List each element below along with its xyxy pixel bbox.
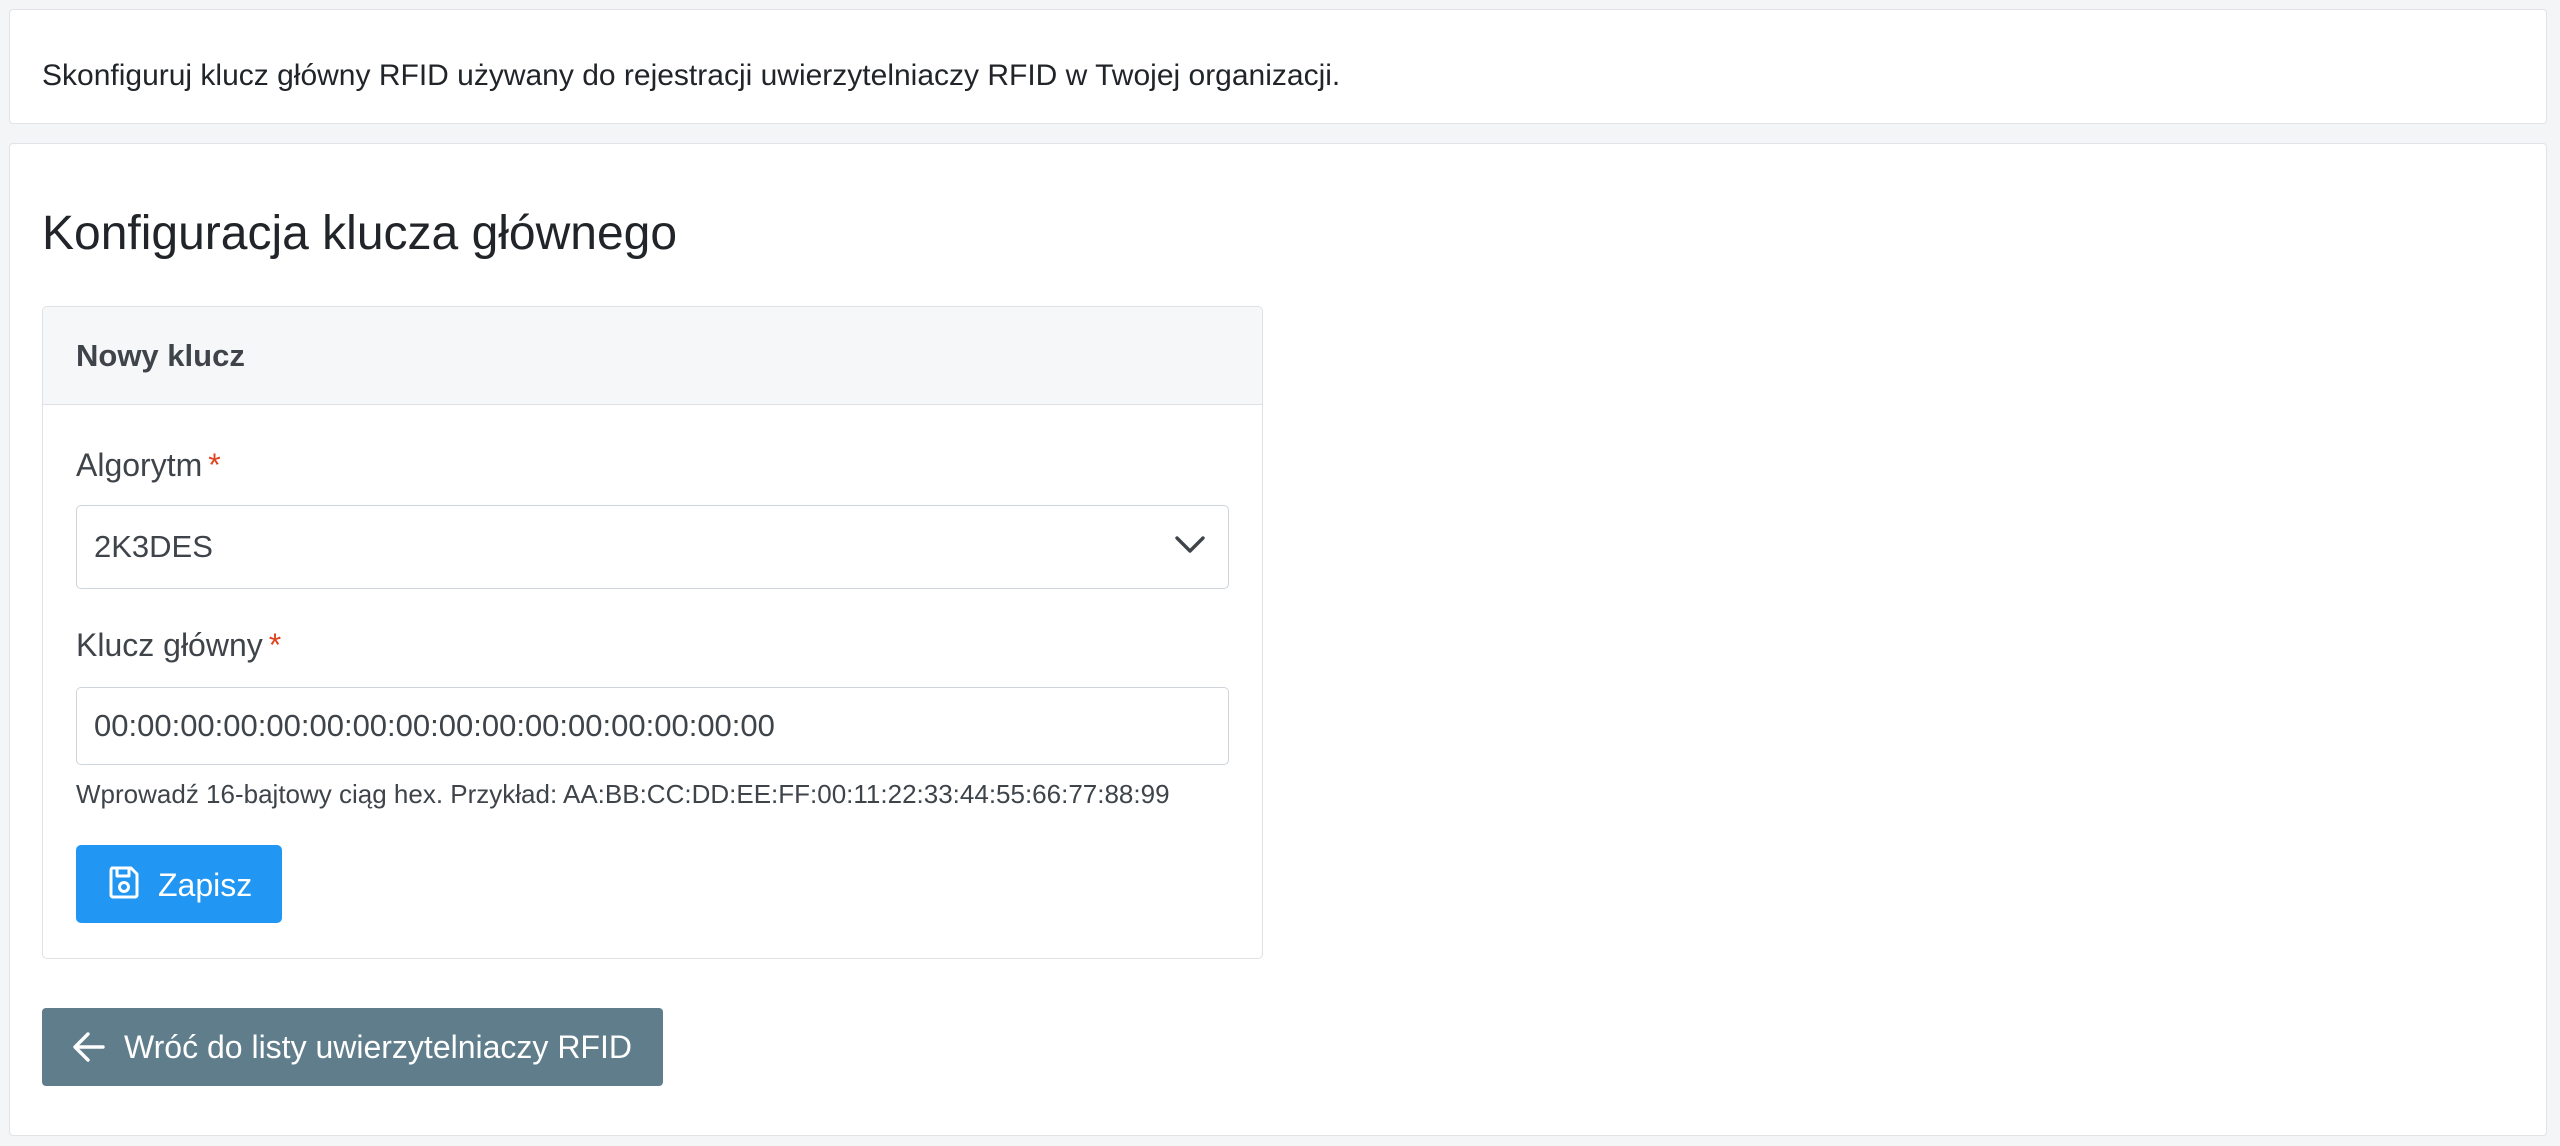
main-card: Konfiguracja klucza głównego Nowy klucz …	[9, 143, 2547, 1136]
chevron-down-icon	[1175, 536, 1205, 553]
algorithm-label: Algorytm *	[76, 445, 221, 485]
required-marker: *	[268, 627, 282, 663]
master-key-help-text: Wprowadź 16-bajtowy ciąg hex. Przykład: …	[76, 779, 1170, 809]
description-card: Skonfiguruj klucz główny RFID używany do…	[9, 9, 2547, 124]
algorithm-label-text: Algorytm	[76, 447, 203, 483]
required-marker: *	[208, 447, 221, 483]
save-icon	[109, 866, 139, 899]
algorithm-selected-value: 2K3DES	[94, 529, 213, 564]
save-button-label: Zapisz	[158, 867, 253, 903]
back-to-rfid-list-button[interactable]: Wróć do listy uwierzytelniaczy RFID	[42, 1008, 663, 1086]
back-button-label: Wróć do listy uwierzytelniaczy RFID	[124, 1029, 632, 1065]
new-key-panel: Nowy klucz Algorytm * 2K3DES Klucz główny…	[42, 306, 1263, 959]
panel-header: Nowy klucz	[43, 307, 1262, 405]
page-description: Skonfiguruj klucz główny RFID używany do…	[42, 59, 1341, 92]
master-key-label: Klucz główny *	[76, 625, 281, 665]
master-key-label-text: Klucz główny	[76, 627, 263, 663]
page-title: Konfiguracja klucza głównego	[42, 207, 678, 260]
panel-title: Nowy klucz	[76, 338, 245, 373]
master-key-input[interactable]	[76, 687, 1229, 765]
algorithm-select[interactable]: 2K3DES	[76, 505, 1229, 589]
arrow-left-icon	[73, 1032, 105, 1062]
save-button[interactable]: Zapisz	[76, 845, 282, 923]
